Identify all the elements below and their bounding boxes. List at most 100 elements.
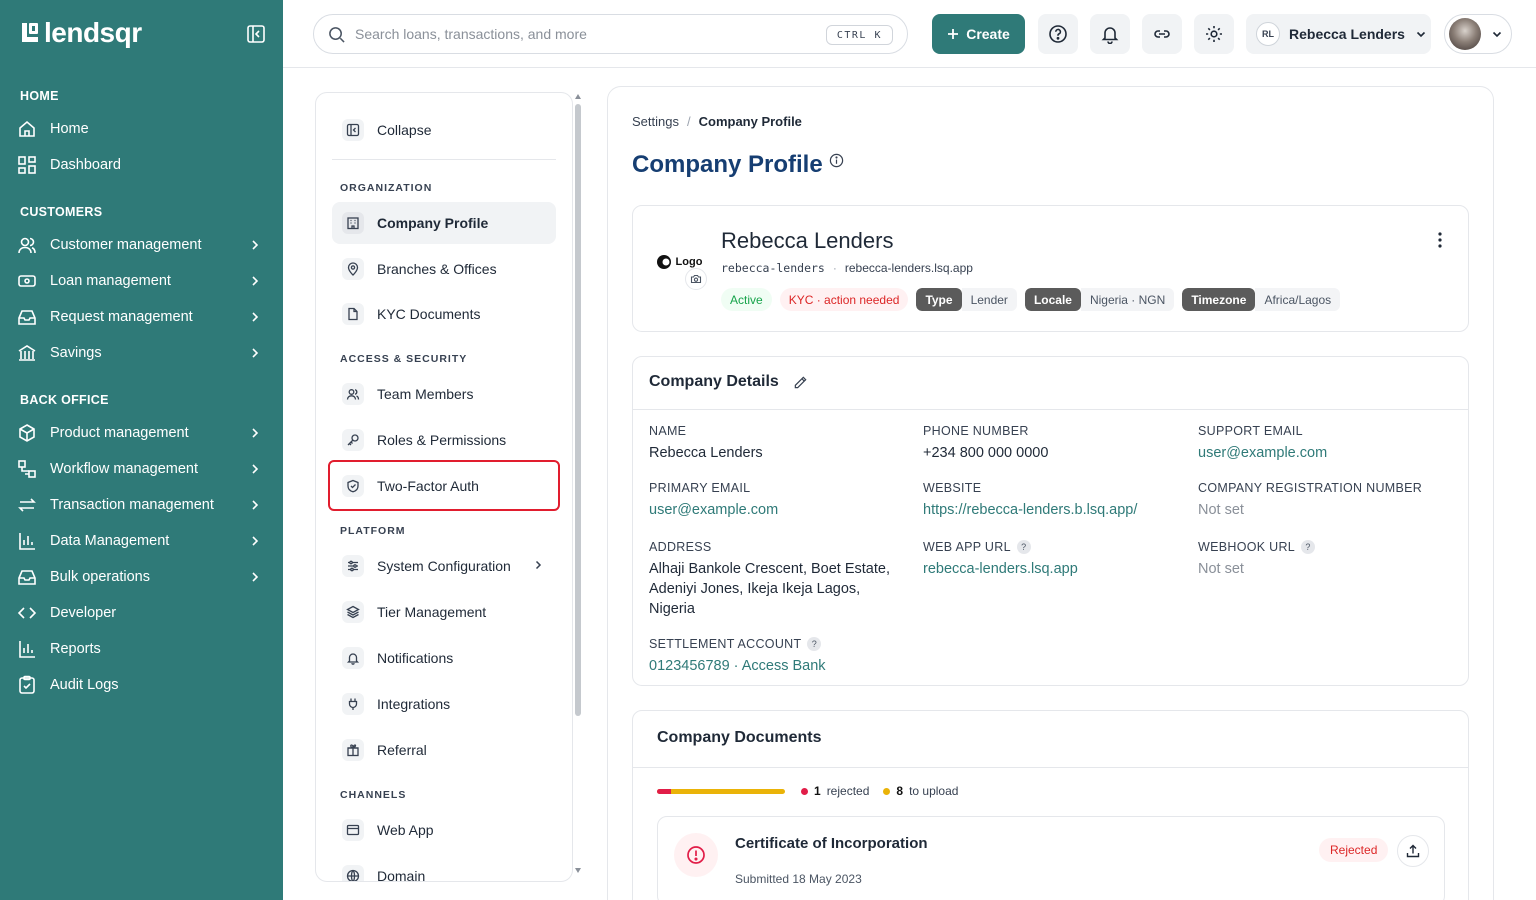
settings-item-web-app[interactable]: Web App [332,809,556,851]
settings-item-tier-management[interactable]: Tier Management [332,591,556,633]
rejected-dot-icon [801,787,808,795]
field-value[interactable]: user@example.com [1198,443,1458,463]
avatar [1449,18,1481,50]
nav-item-dashboard[interactable]: Dashboard [16,150,272,180]
scroll-up-arrow-icon[interactable] [575,94,581,99]
notifications-button[interactable] [1090,14,1130,54]
scroll-down-arrow-icon[interactable] [575,868,581,873]
nav-item-customer-management[interactable]: Customer management [16,230,272,260]
nav-item-product-management[interactable]: Product management [16,418,272,448]
nav-item-audit-logs[interactable]: Audit Logs [16,670,272,700]
inbox-icon [16,306,38,328]
field-registration-number: COMPANY REGISTRATION NUMBER Not set [1198,480,1458,520]
sidebar-collapse-icon[interactable] [246,24,266,44]
nav-item-savings[interactable]: Savings [16,338,272,368]
create-button[interactable]: Create [932,14,1025,54]
nav-item-reports[interactable]: Reports [16,634,272,664]
settings-item-label: KYC Documents [377,306,481,322]
nav-item-developer[interactable]: Developer [16,598,272,628]
company-documents-card: Company Documents 1 rejected 8 to upload… [632,710,1469,900]
sidebar: lendsqr HOME Home Dashboard CUSTOMERS Cu… [0,0,283,900]
key-icon [342,429,364,451]
field-value[interactable]: 0123456789 · Access Bank [649,656,909,676]
nav-item-transaction-management[interactable]: Transaction management [16,490,272,520]
settings-item-roles-permissions[interactable]: Roles & Permissions [332,419,556,461]
settings-item-label: Roles & Permissions [377,432,507,448]
settings-button[interactable] [1194,14,1234,54]
field-value[interactable]: rebecca-lenders.lsq.app [923,559,1183,579]
settings-section-platform: PLATFORM [340,525,406,537]
settings-scrollbar[interactable] [575,92,581,882]
settings-item-integrations[interactable]: Integrations [332,683,556,725]
organization-domain[interactable]: rebecca-lenders.lsq.app [845,261,973,275]
help-tooltip-icon[interactable]: ? [1301,540,1316,554]
gift-icon [342,739,364,761]
more-options-icon[interactable] [1438,232,1442,248]
field-label: WEB APP URL ? [923,539,1183,555]
nav-item-request-management[interactable]: Request management [16,302,272,332]
upload-icon [1405,843,1421,859]
gear-icon [1204,24,1224,44]
settings-item-system-configuration[interactable]: System Configuration [332,545,556,587]
nav-item-home[interactable]: Home [16,114,272,144]
divider [633,409,1468,410]
search-bar[interactable]: CTRL K [313,14,908,54]
info-icon[interactable] [829,153,844,168]
nav-item-workflow-management[interactable]: Workflow management [16,454,272,484]
settings-item-domain[interactable]: Domain [332,855,556,881]
field-value: Rebecca Lenders [649,445,763,461]
settings-item-label: Team Members [377,386,474,402]
settings-item-two-factor-auth[interactable]: Two-Factor Auth [332,465,556,507]
chevron-right-icon [248,534,262,548]
help-button[interactable] [1038,14,1078,54]
scrollbar-thumb[interactable] [575,104,581,716]
workflow-icon [16,458,38,480]
chevron-right-icon [248,462,262,476]
kyc-badge[interactable]: KYC · action needed [779,288,909,311]
field-phone: PHONE NUMBER +234 800 000 0000 [923,423,1183,463]
nav-item-bulk-operations[interactable]: Bulk operations [16,562,272,592]
nav-label: Product management [50,425,189,441]
document-item[interactable]: Certificate of Incorporation Submitted 1… [657,816,1445,900]
nav-item-data-management[interactable]: Data Management [16,526,272,556]
user-menu[interactable] [1444,14,1512,54]
sliders-icon [342,555,364,577]
field-label: WEBHOOK URL ? [1198,539,1458,555]
nav-item-loan-management[interactable]: Loan management [16,266,272,296]
link-button[interactable] [1142,14,1182,54]
field-website: WEBSITE https://rebecca-lenders.b.lsq.ap… [923,480,1183,520]
change-logo-button[interactable] [685,268,707,290]
settings-item-label: Notifications [377,650,454,666]
upload-count: 8 [896,784,904,798]
edit-pencil-icon[interactable] [793,375,808,390]
help-tooltip-icon[interactable]: ? [807,637,822,651]
tag-key: Locale [1024,288,1081,311]
field-address: ADDRESS Alhaji Bankole Crescent, Boet Es… [649,539,904,619]
brand-logo[interactable]: lendsqr [20,19,142,47]
breadcrumb-settings[interactable]: Settings [632,114,679,129]
tag-value: Lender [961,288,1017,311]
nav-label: Home [50,121,89,137]
account-initials: RL [1256,22,1280,46]
settings-item-branches[interactable]: Branches & Offices [332,248,556,290]
field-value[interactable]: https://rebecca-lenders.b.lsq.app/ [923,500,1183,520]
document-submitted-date: Submitted 18 May 2023 [735,872,862,886]
settings-item-team-members[interactable]: Team Members [332,373,556,415]
help-tooltip-icon[interactable]: ? [1016,540,1031,554]
status-badge: Active [721,288,772,311]
upload-button[interactable] [1397,835,1429,867]
company-documents-title: Company Documents [657,729,822,746]
divider [633,767,1468,768]
company-details-header: Company Details [649,373,808,391]
settings-item-kyc-documents[interactable]: KYC Documents [332,293,556,335]
settings-item-notifications[interactable]: Notifications [332,637,556,679]
search-input[interactable] [355,26,795,42]
field-value[interactable]: user@example.com [649,500,909,520]
field-value: Not set [1198,561,1244,577]
settings-item-label: Branches & Offices [377,261,497,277]
account-switcher[interactable]: RL Rebecca Lenders [1246,14,1431,54]
chevron-down-icon [1415,28,1427,40]
settings-item-company-profile[interactable]: Company Profile [332,202,556,244]
settings-collapse[interactable]: Collapse [332,109,556,151]
settings-item-referral[interactable]: Referral [332,729,556,771]
